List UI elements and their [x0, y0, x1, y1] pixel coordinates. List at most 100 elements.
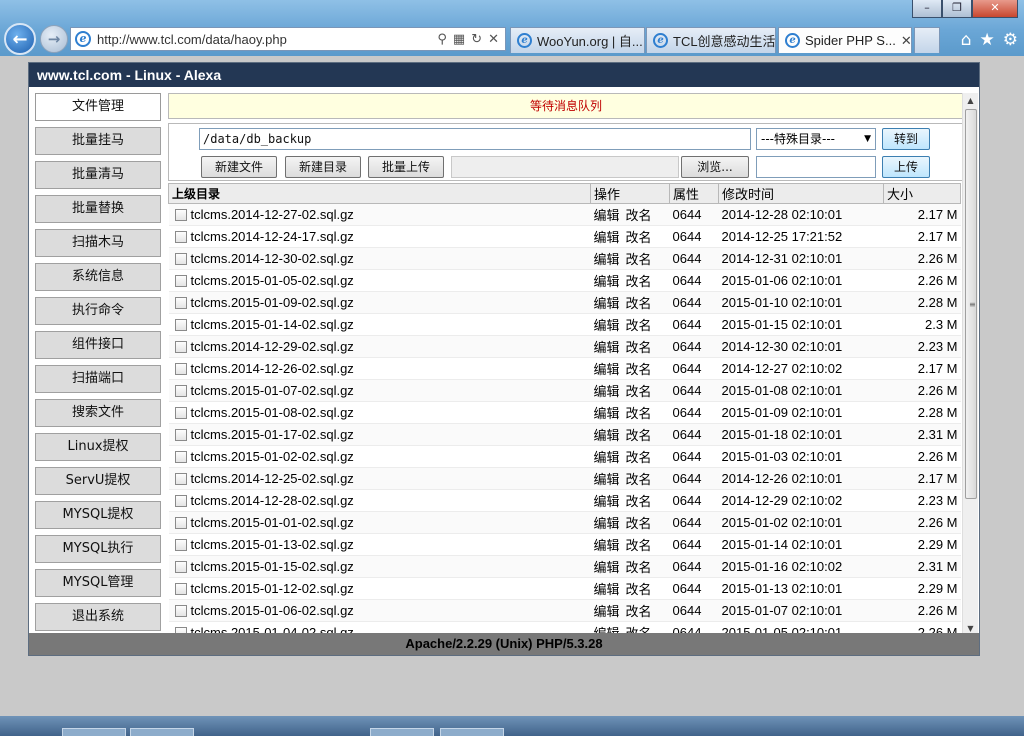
edit-link[interactable]: 编辑: [594, 517, 620, 532]
sidebar-item-servu-privesc[interactable]: ServU提权: [35, 467, 161, 495]
file-name-link[interactable]: tclcms.2015-01-01-02.sql.gz: [191, 515, 354, 530]
compat-view-icon[interactable]: ▦: [453, 32, 465, 47]
file-attr-link[interactable]: 0644: [669, 225, 719, 248]
sidebar-item-exec-command[interactable]: 执行命令: [35, 297, 161, 325]
new-file-button[interactable]: 新建文件: [201, 156, 277, 178]
rename-link[interactable]: 改名: [626, 539, 652, 554]
close-icon[interactable]: ✕: [972, 0, 1018, 18]
home-icon[interactable]: ⌂: [961, 30, 972, 50]
rename-link[interactable]: 改名: [626, 231, 652, 246]
file-checkbox[interactable]: [174, 363, 187, 375]
file-mtime-link[interactable]: 2014-12-28 02:10:01: [718, 203, 884, 226]
file-attr-link[interactable]: 0644: [669, 511, 719, 534]
scroll-thumb[interactable]: ≡: [965, 109, 977, 499]
sidebar-item-file-manager[interactable]: 文件管理: [35, 93, 161, 121]
edit-link[interactable]: 编辑: [594, 363, 620, 378]
rename-link[interactable]: 改名: [626, 297, 652, 312]
rename-link[interactable]: 改名: [626, 451, 652, 466]
file-name-link[interactable]: tclcms.2015-01-12-02.sql.gz: [191, 581, 354, 596]
edit-link[interactable]: 编辑: [594, 275, 620, 290]
file-checkbox[interactable]: [174, 429, 187, 441]
file-name-link[interactable]: tclcms.2015-01-05-02.sql.gz: [191, 273, 354, 288]
file-mtime-link[interactable]: 2014-12-26 02:10:01: [718, 467, 884, 490]
rename-link[interactable]: 改名: [626, 209, 652, 224]
file-attr-link[interactable]: 0644: [669, 379, 719, 402]
parent-dir-link[interactable]: 上级目录: [168, 183, 591, 204]
taskbar-item[interactable]: [370, 728, 434, 736]
upload-button[interactable]: 上传: [882, 156, 930, 178]
file-name-link[interactable]: tclcms.2015-01-06-02.sql.gz: [191, 603, 354, 618]
sidebar-item-batch-clean[interactable]: 批量清马: [35, 161, 161, 189]
file-attr-link[interactable]: 0644: [669, 577, 719, 600]
file-checkbox[interactable]: [174, 319, 187, 331]
upload-file-path[interactable]: [451, 156, 679, 178]
special-dir-select[interactable]: ---特殊目录--- ▼: [756, 128, 876, 150]
file-name-link[interactable]: tclcms.2015-01-15-02.sql.gz: [191, 559, 354, 574]
file-attr-link[interactable]: 0644: [669, 269, 719, 292]
back-arrow-icon[interactable]: ←: [4, 23, 36, 55]
edit-link[interactable]: 编辑: [594, 319, 620, 334]
file-mtime-link[interactable]: 2015-01-07 02:10:01: [718, 599, 884, 622]
sidebar-item-logout[interactable]: 退出系统: [35, 603, 161, 631]
taskbar-item[interactable]: [62, 728, 126, 736]
file-name-link[interactable]: tclcms.2014-12-30-02.sql.gz: [191, 251, 354, 266]
sidebar-item-batch-inject[interactable]: 批量挂马: [35, 127, 161, 155]
forward-arrow-icon[interactable]: →: [40, 25, 68, 53]
stop-icon[interactable]: ✕: [488, 32, 499, 47]
file-checkbox[interactable]: [174, 451, 187, 463]
address-url[interactable]: http://www.tcl.com/data/haoy.php: [97, 32, 437, 47]
file-checkbox[interactable]: [174, 253, 187, 265]
file-checkbox[interactable]: [174, 561, 187, 573]
file-attr-link[interactable]: 0644: [669, 291, 719, 314]
rename-link[interactable]: 改名: [626, 385, 652, 400]
sidebar-item-components[interactable]: 组件接口: [35, 331, 161, 359]
rename-link[interactable]: 改名: [626, 363, 652, 378]
file-attr-link[interactable]: 0644: [669, 467, 719, 490]
file-attr-link[interactable]: 0644: [669, 489, 719, 512]
file-checkbox[interactable]: [174, 297, 187, 309]
file-name-link[interactable]: tclcms.2014-12-24-17.sql.gz: [191, 229, 354, 244]
file-attr-link[interactable]: 0644: [669, 203, 719, 226]
rename-link[interactable]: 改名: [626, 583, 652, 598]
sidebar-item-linux-privesc[interactable]: Linux提权: [35, 433, 161, 461]
taskbar-item[interactable]: [130, 728, 194, 736]
file-mtime-link[interactable]: 2014-12-27 02:10:02: [718, 357, 884, 380]
file-checkbox[interactable]: [174, 583, 187, 595]
rename-link[interactable]: 改名: [626, 407, 652, 422]
file-attr-link[interactable]: 0644: [669, 335, 719, 358]
file-attr-link[interactable]: 0644: [669, 313, 719, 336]
maximize-icon[interactable]: ❐: [942, 0, 972, 18]
file-name-link[interactable]: tclcms.2015-01-17-02.sql.gz: [191, 427, 354, 442]
gear-icon[interactable]: ⚙: [1003, 30, 1018, 50]
file-attr-link[interactable]: 0644: [669, 401, 719, 424]
file-attr-link[interactable]: 0644: [669, 533, 719, 556]
sidebar-item-port-scan[interactable]: 扫描端口: [35, 365, 161, 393]
edit-link[interactable]: 编辑: [594, 385, 620, 400]
rename-link[interactable]: 改名: [626, 605, 652, 620]
scroll-up-icon[interactable]: ▲: [963, 93, 978, 109]
edit-link[interactable]: 编辑: [594, 451, 620, 466]
edit-link[interactable]: 编辑: [594, 253, 620, 268]
file-name-link[interactable]: tclcms.2014-12-27-02.sql.gz: [191, 207, 354, 222]
edit-link[interactable]: 编辑: [594, 605, 620, 620]
file-name-link[interactable]: tclcms.2015-01-08-02.sql.gz: [191, 405, 354, 420]
rename-link[interactable]: 改名: [626, 561, 652, 576]
file-attr-link[interactable]: 0644: [669, 357, 719, 380]
edit-link[interactable]: 编辑: [594, 539, 620, 554]
file-mtime-link[interactable]: 2015-01-14 02:10:01: [718, 533, 884, 556]
file-attr-link[interactable]: 0644: [669, 445, 719, 468]
rename-link[interactable]: 改名: [626, 319, 652, 334]
edit-link[interactable]: 编辑: [594, 583, 620, 598]
tab-close-icon[interactable]: ✕: [901, 33, 911, 49]
file-mtime-link[interactable]: 2014-12-30 02:10:01: [718, 335, 884, 358]
file-checkbox[interactable]: [174, 539, 187, 551]
file-checkbox[interactable]: [174, 341, 187, 353]
path-input[interactable]: /data/db_backup: [199, 128, 751, 150]
sidebar-item-mysql-privesc[interactable]: MYSQL提权: [35, 501, 161, 529]
new-dir-button[interactable]: 新建目录: [285, 156, 361, 178]
sidebar-item-system-info[interactable]: 系统信息: [35, 263, 161, 291]
taskbar-item[interactable]: [440, 728, 504, 736]
address-bar[interactable]: e http://www.tcl.com/data/haoy.php ⚲ ▦ ↻…: [70, 27, 506, 51]
browse-button[interactable]: 浏览...: [681, 156, 749, 178]
file-checkbox[interactable]: [174, 231, 187, 243]
